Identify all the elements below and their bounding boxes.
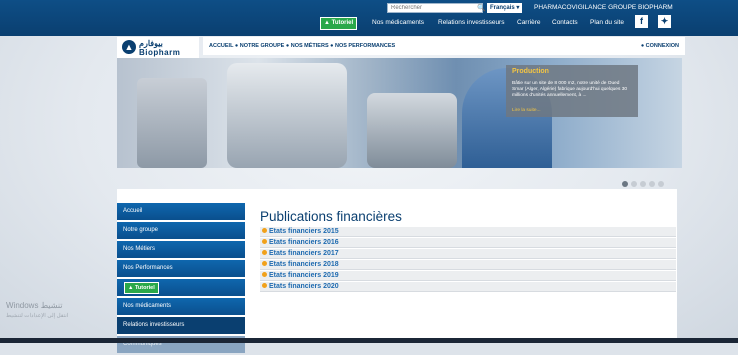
groupe-biopharm-link[interactable]: GROUPE BIOPHARM xyxy=(608,4,673,11)
twitter-icon[interactable]: ✦ xyxy=(658,15,671,28)
sidebar-tutorial-label: Tutoriel xyxy=(134,285,155,291)
list-item-label: Etats financiers 2019 xyxy=(269,272,339,279)
list-item[interactable]: Etats financiers 2015 xyxy=(260,227,676,237)
taskbar xyxy=(0,338,738,343)
breadcrumb[interactable]: ACCUEIL ● NOTRE GROUPE ● NOS MÉTIERS ● N… xyxy=(209,37,395,55)
read-more-link[interactable]: Lire la suite... xyxy=(512,108,541,113)
sidebar-tutorial-button[interactable]: ▲ Tutoriel xyxy=(124,282,159,294)
sidebar-item-medicaments[interactable]: Nos médicaments xyxy=(117,298,245,315)
list-item-label: Etats financiers 2016 xyxy=(269,239,339,246)
list-item-label: Etats financiers 2018 xyxy=(269,261,339,268)
slider-dot[interactable] xyxy=(640,181,646,187)
banner-caption-text: Bâtie sur un site de 8 000 m2, notre uni… xyxy=(512,81,628,98)
list-item[interactable]: Etats financiers 2016 xyxy=(260,238,676,248)
list-item[interactable]: Etats financiers 2020 xyxy=(260,282,676,292)
language-select[interactable]: Français ▾ xyxy=(487,3,523,13)
logo[interactable]: ▲ بيوفارم Biopharm xyxy=(117,37,199,59)
nav-relations-investisseurs[interactable]: Relations investisseurs xyxy=(438,17,504,28)
facebook-icon[interactable]: f xyxy=(635,15,648,28)
list-item[interactable]: Etats financiers 2018 xyxy=(260,260,676,270)
logo-mark-icon: ▲ xyxy=(122,40,136,54)
slider-dot[interactable] xyxy=(631,181,637,187)
sidebar: Accueil Notre groupe Nos Métiers Nos Per… xyxy=(117,203,245,355)
logo-english-text: Biopharm xyxy=(139,48,181,57)
slider-dot[interactable] xyxy=(622,181,628,187)
nav-contacts[interactable]: Contacts xyxy=(552,17,578,28)
publications-list: Etats financiers 2015 Etats financiers 2… xyxy=(260,227,676,293)
bullet-icon xyxy=(262,239,267,244)
sidebar-item-accueil[interactable]: Accueil xyxy=(117,203,245,220)
slider-dot[interactable] xyxy=(649,181,655,187)
language-label: Français xyxy=(490,5,515,11)
sidebar-item-nos-performances[interactable]: Nos Performances xyxy=(117,260,245,277)
tutorial-label: Tutoriel xyxy=(331,20,354,26)
banner-caption-title: Production xyxy=(512,68,549,75)
hero-banner: Production Bâtie sur un site de 8 000 m2… xyxy=(117,58,682,168)
top-links: PHARMACOVIGILANCE GROUPE BIOPHARM xyxy=(534,3,673,13)
top-bar: 🔍 Français ▾ PHARMACOVIGILANCE GROUPE BI… xyxy=(0,0,738,36)
search-icon[interactable]: 🔍 xyxy=(477,4,486,12)
sidebar-item-nos-metiers[interactable]: Nos Métiers xyxy=(117,241,245,258)
banner-caption: Production Bâtie sur un site de 8 000 m2… xyxy=(506,65,638,117)
bullet-icon xyxy=(262,250,267,255)
sidebar-tutorial: ▲ Tutoriel xyxy=(117,279,245,296)
tutorial-button[interactable]: ▲ Tutoriel xyxy=(320,17,358,30)
list-item-label: Etats financiers 2020 xyxy=(269,283,339,290)
breadcrumb-bar: ACCUEIL ● NOTRE GROUPE ● NOS MÉTIERS ● N… xyxy=(203,37,685,55)
machine-graphic xyxy=(367,93,457,168)
list-item[interactable]: Etats financiers 2019 xyxy=(260,271,676,281)
logo-arabic-text: بيوفارم xyxy=(139,39,163,48)
list-item-label: Etats financiers 2017 xyxy=(269,250,339,257)
machine-graphic xyxy=(227,63,347,168)
windows-activation-hint: انتقل إلى الإعدادات لتنشيط xyxy=(6,313,69,319)
nav-medicaments[interactable]: Nos médicaments xyxy=(372,17,424,28)
list-item[interactable]: Etats financiers 2017 xyxy=(260,249,676,259)
slider-dot[interactable] xyxy=(658,181,664,187)
nav-carriere[interactable]: Carrière xyxy=(517,17,540,28)
sidebar-item-relations-investisseurs[interactable]: Relations investisseurs xyxy=(117,317,245,334)
bullet-icon xyxy=(262,283,267,288)
pharmacovigilance-link[interactable]: PHARMACOVIGILANCE xyxy=(534,4,606,11)
windows-activation-watermark: Windows تنشيط xyxy=(6,301,63,310)
search-input[interactable] xyxy=(387,3,483,13)
bullet-icon xyxy=(262,261,267,266)
nav-plan-du-site[interactable]: Plan du site xyxy=(590,17,624,28)
bullet-icon xyxy=(262,228,267,233)
list-item-label: Etats financiers 2015 xyxy=(269,228,339,235)
page-title: Publications financières xyxy=(260,209,402,224)
connexion-link[interactable]: ● CONNEXION xyxy=(641,37,679,55)
sidebar-item-notre-groupe[interactable]: Notre groupe xyxy=(117,222,245,239)
machine-graphic xyxy=(137,78,207,168)
bullet-icon xyxy=(262,272,267,277)
